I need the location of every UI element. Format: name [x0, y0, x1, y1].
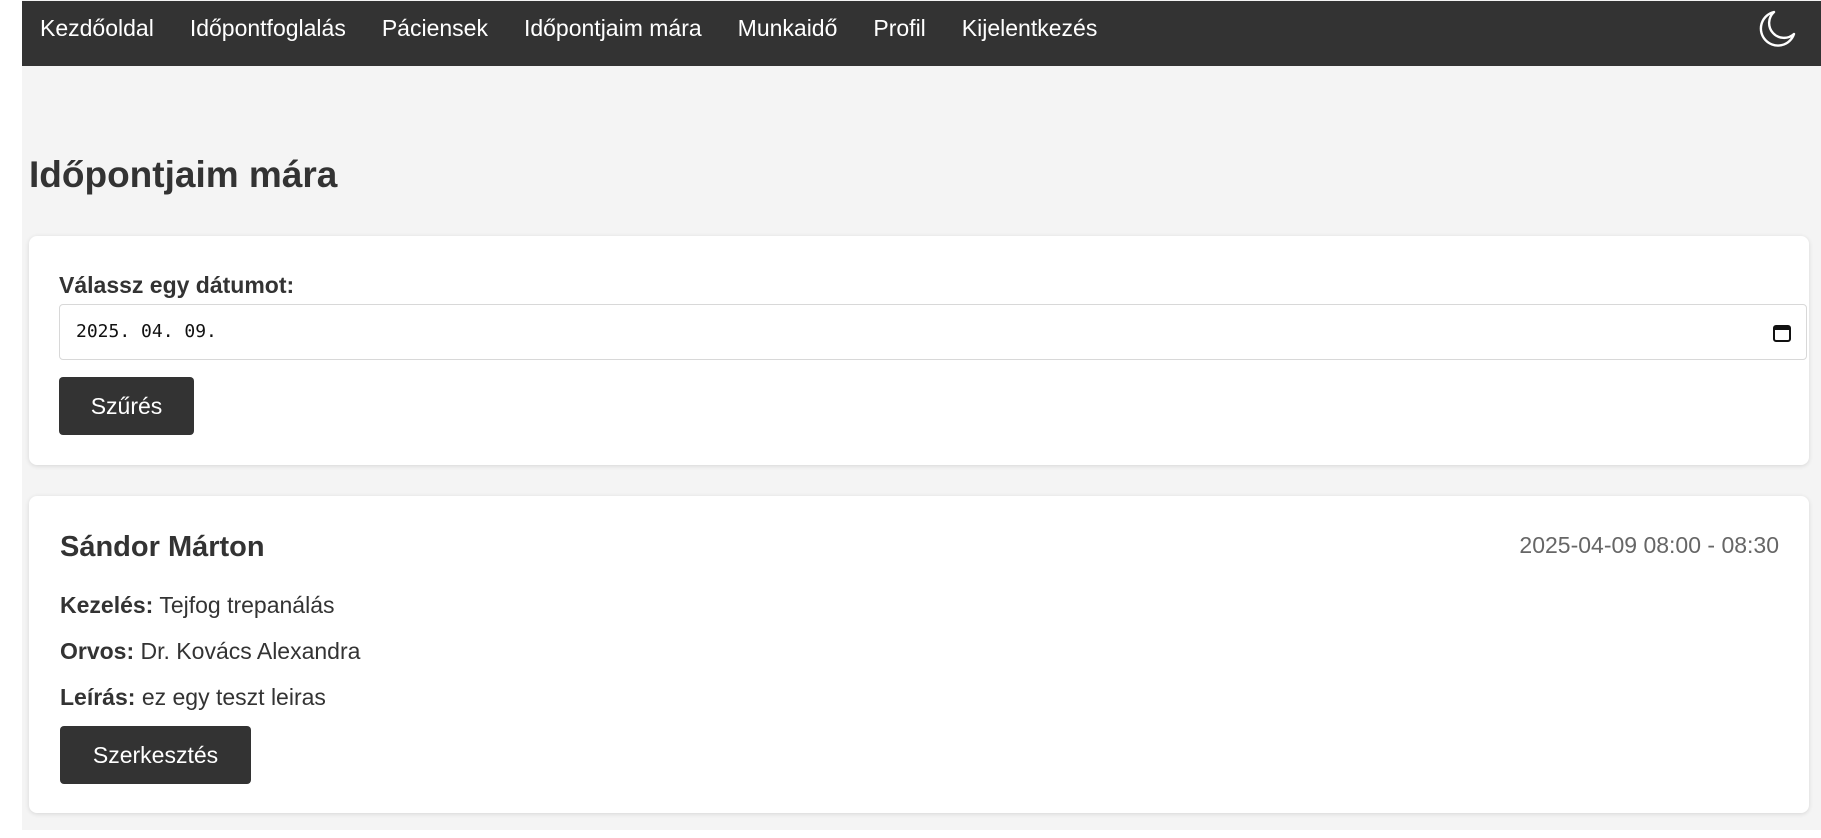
nav-link-working-hours[interactable]: Munkaidő [738, 15, 838, 42]
filter-button[interactable]: Szűrés [59, 377, 194, 435]
date-input-value: 2025. 04. 09. [76, 321, 217, 342]
page-background: Kezdőoldal Időpontfoglalás Páciensek Idő… [22, 0, 1821, 830]
doctor-row: Orvos: Dr. Kovács Alexandra [60, 638, 360, 665]
appointment-card: Sándor Márton 2025-04-09 08:00 - 08:30 K… [29, 496, 1809, 813]
doctor-label: Orvos: [60, 638, 135, 664]
theme-toggle-button[interactable] [1757, 7, 1799, 49]
page-title: Időpontjaim mára [29, 154, 338, 195]
treatment-value: Tejfog trepanálás [159, 592, 335, 618]
treatment-label: Kezelés: [60, 592, 154, 618]
patient-name: Sándor Márton [60, 531, 265, 563]
date-input[interactable]: 2025. 04. 09. [59, 304, 1807, 360]
nav-link-home[interactable]: Kezdőoldal [40, 15, 154, 42]
appointment-time: 2025-04-09 08:00 - 08:30 [1519, 532, 1779, 558]
description-value: ez egy teszt leiras [141, 684, 326, 710]
doctor-value: Dr. Kovács Alexandra [140, 638, 361, 664]
top-navbar: Kezdőoldal Időpontfoglalás Páciensek Idő… [22, 1, 1821, 66]
nav-link-todays-appointments[interactable]: Időpontjaim mára [524, 15, 702, 42]
nav-link-logout[interactable]: Kijelentkezés [962, 15, 1098, 42]
edit-button[interactable]: Szerkesztés [60, 726, 251, 784]
description-label: Leírás: [60, 684, 136, 710]
calendar-icon[interactable] [1772, 323, 1792, 343]
nav-link-profile[interactable]: Profil [873, 15, 925, 42]
nav-links: Kezdőoldal Időpontfoglalás Páciensek Idő… [22, 1, 1133, 55]
treatment-row: Kezelés: Tejfog trepanálás [60, 592, 335, 619]
description-row: Leírás: ez egy teszt leiras [60, 684, 326, 711]
date-filter-card: Válassz egy dátumot: 2025. 04. 09. Szűré… [29, 236, 1809, 465]
nav-link-patients[interactable]: Páciensek [382, 15, 488, 42]
date-filter-label: Válassz egy dátumot: [59, 272, 295, 298]
nav-link-booking[interactable]: Időpontfoglalás [190, 15, 346, 42]
moon-icon [1759, 10, 1796, 47]
